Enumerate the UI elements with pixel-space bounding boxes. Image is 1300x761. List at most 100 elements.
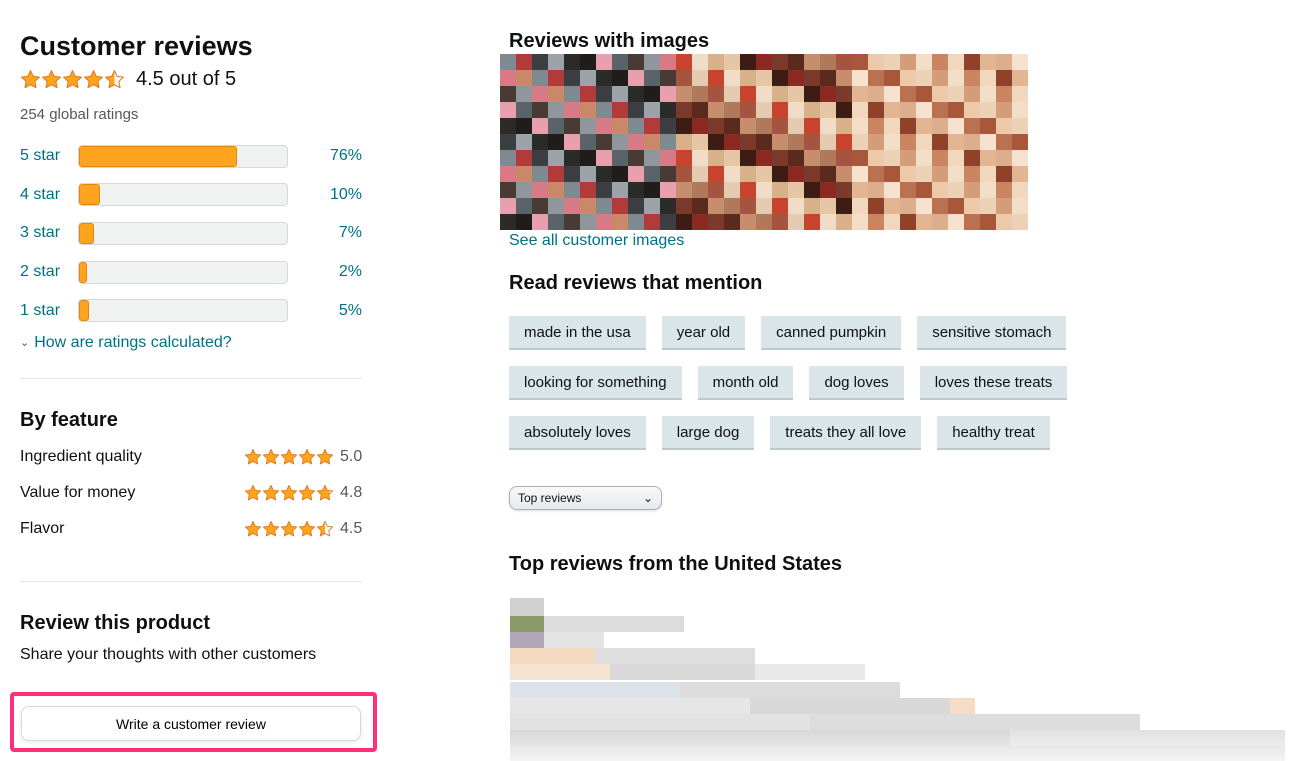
overall-rating[interactable]: 4.5 out of 5 [20, 64, 362, 94]
histogram-star-label[interactable]: 2 star [20, 263, 78, 281]
histogram-bar-fill [79, 300, 90, 322]
star-icon [280, 448, 298, 465]
histogram-star-label[interactable]: 3 star [20, 224, 78, 242]
star-icon [262, 448, 280, 465]
reviews-main-column: Reviews with images See all customer ima… [500, 28, 1289, 577]
mention-chip[interactable]: large dog [661, 416, 755, 450]
blurred-block [595, 648, 755, 664]
histogram-star-label[interactable]: 1 star [20, 302, 78, 320]
mention-chip[interactable]: absolutely loves [509, 416, 646, 450]
star-icon [316, 520, 334, 537]
blurred-block [610, 664, 755, 680]
blurred-block [510, 616, 544, 632]
histogram-bar[interactable] [78, 260, 288, 284]
star-icon [105, 69, 124, 88]
histogram-row[interactable]: 5 star 76% [20, 137, 362, 176]
histogram-bar[interactable] [78, 144, 288, 168]
mention-chip[interactable]: sensitive stomach [917, 316, 1067, 350]
rating-out-of-five: 4.5 out of 5 [136, 67, 237, 90]
feature-row: Ingredient quality 5.0 [20, 439, 362, 475]
blurred-block [810, 714, 1140, 730]
blurred-block [510, 682, 680, 698]
feature-stars [244, 484, 334, 502]
star-icon [244, 520, 262, 537]
histogram-bar[interactable] [78, 221, 288, 245]
see-all-customer-images-link[interactable]: See all customer images [509, 232, 1289, 250]
mention-chip[interactable]: healthy treat [937, 416, 1050, 450]
reviews-summary-column: Customer reviews 4.5 out of 5 254 global… [20, 28, 362, 664]
blurred-block [755, 664, 865, 680]
feature-row: Value for money 4.8 [20, 475, 362, 511]
rating-histogram: 5 star 76% 4 star 10% 3 star 7% 2 star 2% 1 star… [20, 137, 362, 330]
write-customer-review-button[interactable]: Write a customer review [21, 706, 361, 741]
blurred-block [750, 698, 950, 714]
feature-row: Flavor 4.5 [20, 511, 362, 547]
reviews-with-images-title: Reviews with images [509, 30, 710, 52]
histogram-bar-fill [79, 222, 94, 244]
chevron-down-icon: ⌄ [642, 491, 653, 505]
histogram-percent[interactable]: 76% [288, 147, 362, 165]
review-images-row [500, 54, 1289, 230]
blurred-block [510, 648, 595, 664]
star-icon [280, 484, 298, 501]
global-ratings-count: 254 global ratings [20, 106, 139, 123]
read-reviews-mention-title: Read reviews that mention [509, 272, 763, 294]
chevron-down-icon: ⌄ [20, 337, 30, 350]
mention-chip[interactable]: canned pumpkin [761, 316, 902, 350]
mention-chip[interactable]: loves these treats [919, 366, 1068, 400]
sort-reviews-select[interactable]: Top reviews ⌄ [509, 486, 662, 510]
feature-name: Flavor [20, 519, 65, 537]
blurred-block [510, 632, 544, 648]
histogram-row[interactable]: 1 star 5% [20, 291, 362, 330]
histogram-star-label[interactable]: 5 star [20, 147, 78, 165]
mention-chip[interactable]: dog loves [809, 366, 904, 400]
star-icon [42, 69, 61, 88]
feature-score: 5.0 [340, 447, 363, 465]
review-this-product-title: Review this product [20, 611, 211, 634]
histogram-star-label[interactable]: 4 star [20, 186, 78, 204]
blurred-block [544, 616, 684, 632]
histogram-row[interactable]: 4 star 10% [20, 176, 362, 215]
mention-chip[interactable]: made in the usa [509, 316, 646, 350]
bottom-fade [510, 731, 1290, 761]
histogram-percent[interactable]: 10% [288, 186, 362, 204]
mention-chip[interactable]: looking for something [509, 366, 682, 400]
histogram-percent[interactable]: 2% [288, 263, 362, 281]
feature-score: 4.5 [340, 519, 363, 537]
review-image-thumbnail[interactable] [676, 54, 852, 230]
review-image-thumbnail[interactable] [852, 54, 1028, 230]
feature-stars [244, 448, 334, 466]
share-thoughts-text: Share your thoughts with other customers [20, 645, 317, 663]
star-icon [280, 520, 298, 537]
star-icon [298, 520, 316, 537]
mention-chip[interactable]: month old [697, 366, 794, 400]
mention-chip[interactable]: treats they all love [770, 416, 922, 450]
star-icon [21, 69, 40, 88]
histogram-row[interactable]: 2 star 2% [20, 253, 362, 292]
histogram-row[interactable]: 3 star 7% [20, 214, 362, 253]
feature-ratings: Ingredient quality 5.0 Value for money 4.8 F… [20, 439, 362, 547]
star-icon [298, 448, 316, 465]
histogram-percent[interactable]: 5% [288, 302, 362, 320]
star-icon [244, 448, 262, 465]
mention-chip[interactable]: year old [661, 316, 746, 350]
review-image-thumbnail[interactable] [500, 54, 676, 230]
feature-name: Ingredient quality [20, 447, 142, 465]
histogram-bar[interactable] [78, 183, 288, 207]
blurred-block [544, 632, 604, 648]
how-ratings-calculated-link[interactable]: ⌄ How are ratings calculated? [20, 334, 362, 352]
histogram-bar-fill [79, 184, 100, 206]
blurred-block [510, 598, 544, 616]
blurred-block [680, 682, 900, 698]
sort-selected-value: Top reviews [518, 491, 582, 505]
star-icon [316, 448, 334, 465]
star-icon [63, 69, 82, 88]
histogram-bar[interactable] [78, 299, 288, 323]
feature-stars [244, 520, 334, 538]
histogram-percent[interactable]: 7% [288, 224, 362, 242]
overall-stars [20, 69, 125, 90]
histogram-bar-fill [79, 261, 88, 283]
star-icon [316, 484, 334, 501]
blurred-block [510, 698, 750, 714]
star-icon [262, 520, 280, 537]
